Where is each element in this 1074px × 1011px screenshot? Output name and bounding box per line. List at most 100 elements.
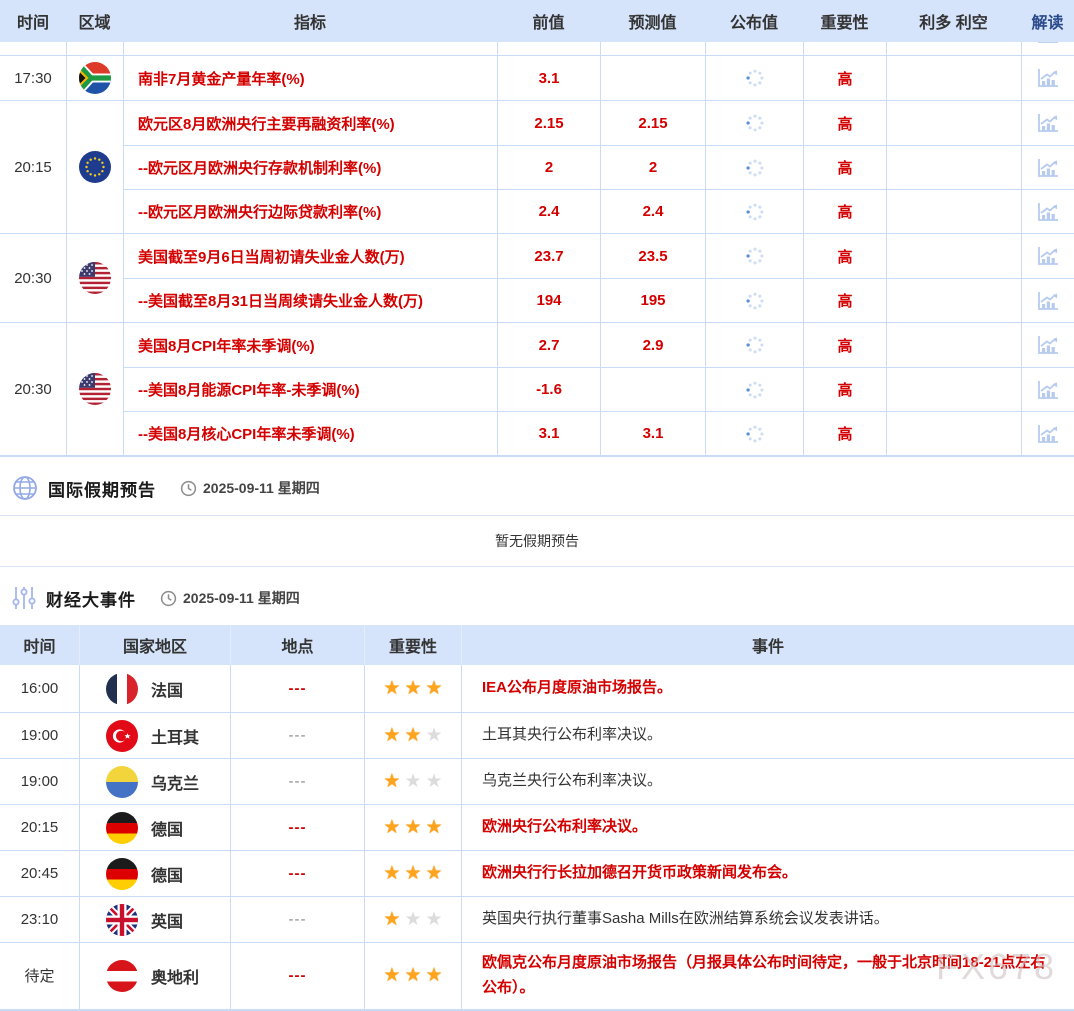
clock-icon <box>180 480 197 497</box>
importance-stars: ★★★ <box>364 713 461 758</box>
interpret-chart-icon[interactable] <box>1036 245 1060 267</box>
interpret-chart-icon[interactable] <box>1036 67 1060 89</box>
bias-cell <box>886 412 1021 455</box>
forecast-value: 23.5 <box>638 248 667 265</box>
loading-spinner-icon <box>744 157 766 179</box>
event-time: 19:00 <box>0 713 79 758</box>
event-description: 欧洲央行公布利率决议。 <box>461 805 1074 850</box>
importance-label: 高 <box>837 42 852 44</box>
indicator-label: 美国截至9月6日当周初请失业金人数(万) <box>123 234 497 278</box>
importance-stars: ★★★ <box>364 943 461 1009</box>
table-row: --美国截至8月31日当周续请失业金人数(万) 194 195 高 <box>123 278 1074 322</box>
event-location: --- <box>230 713 364 758</box>
event-location: --- <box>230 851 364 896</box>
event-location: --- <box>230 665 364 712</box>
importance-stars: ★★★ <box>364 851 461 896</box>
section-date: 2025-09-11 星期四 <box>203 478 320 498</box>
importance-label: 高 <box>837 423 852 444</box>
country-name: 法国 <box>151 677 183 701</box>
indicator-label: 中国8月社会融资规模增量-单月*(亿元) <box>123 42 497 55</box>
event-row: 23:10 英国 --- ★★★ 英国央行执行董事Sasha Mills在欧洲结… <box>0 897 1074 943</box>
bias-cell <box>886 101 1021 145</box>
section-title: 财经大事件 <box>46 586 136 611</box>
flag-germany-icon <box>106 812 138 844</box>
country-name: 德国 <box>151 862 183 886</box>
event-time: 20:15 <box>0 805 79 850</box>
forecast-value: 195 <box>640 292 665 309</box>
event-time: 16:00 <box>0 665 79 712</box>
country-name: 乌克兰 <box>151 770 199 794</box>
previous-value: 194 <box>536 292 561 309</box>
importance-label: 高 <box>837 113 852 134</box>
col-header-importance: 重要性 <box>364 625 461 665</box>
country-name: 土耳其 <box>151 724 199 748</box>
col-header-forecast: 预测值 <box>600 0 705 42</box>
interpret-chart-icon[interactable] <box>1036 201 1060 223</box>
flag-south-africa-icon <box>79 62 111 94</box>
event-time: 20:45 <box>0 851 79 896</box>
col-header-event: 事件 <box>461 625 1074 665</box>
country-name: 奥地利 <box>151 964 199 988</box>
table-row: --美国8月核心CPI年率未季调(%) 3.1 3.1 高 <box>123 411 1074 455</box>
col-header-indicator: 指标 <box>123 0 497 42</box>
col-header-actual: 公布值 <box>705 0 803 42</box>
importance-stars: ★★★ <box>364 805 461 850</box>
event-time: 待定 <box>0 943 79 1009</box>
table-row: 南非7月黄金产量年率(%) 3.1 高 <box>123 56 1074 100</box>
bias-cell <box>886 234 1021 278</box>
event-location: --- <box>230 759 364 804</box>
economic-calendar-table: 时间 区域 指标 前值 预测值 公布值 重要性 利多 利空 解读 中国8月社会融… <box>0 0 1074 457</box>
forecast-value: 2 <box>649 159 657 176</box>
col-header-region: 区域 <box>66 0 123 42</box>
previous-value: -1.6 <box>536 381 562 398</box>
previous-value: 3.1 <box>539 425 560 442</box>
event-description: IEA公布月度原油市场报告。 <box>461 665 1074 712</box>
table-row: 中国8月社会融资规模增量-单月*(亿元) 高 <box>123 42 1074 55</box>
col-header-previous: 前值 <box>497 0 600 42</box>
loading-spinner-icon <box>744 67 766 89</box>
importance-stars: ★★★ <box>364 759 461 804</box>
event-row: 20:45 德国 --- ★★★ 欧洲央行行长拉加德召开货币政策新闻发布会。 <box>0 851 1074 897</box>
col-header-time: 时间 <box>0 625 79 665</box>
importance-label: 高 <box>837 379 852 400</box>
clock-icon <box>160 590 177 607</box>
interpret-chart-icon[interactable] <box>1036 290 1060 312</box>
importance-stars: ★★★ <box>364 897 461 942</box>
big-events-table: 时间 国家地区 地点 重要性 事件 16:00 法国 --- ★★★ IEA公布… <box>0 625 1074 1011</box>
interpret-chart-icon[interactable] <box>1036 112 1060 134</box>
importance-label: 高 <box>837 157 852 178</box>
flag-united-states-icon <box>79 262 111 294</box>
section-title: 国际假期预告 <box>48 476 156 501</box>
calendar-group-clipped: 中国8月社会融资规模增量-单月*(亿元) 高 <box>0 42 1074 56</box>
country-name: 英国 <box>151 908 183 932</box>
indicator-label: --美国8月核心CPI年率未季调(%) <box>123 412 497 455</box>
interpret-chart-icon[interactable] <box>1036 42 1060 45</box>
col-header-country: 国家地区 <box>79 625 230 665</box>
previous-value: 2.15 <box>534 115 563 132</box>
event-row: 20:15 德国 --- ★★★ 欧洲央行公布利率决议。 <box>0 805 1074 851</box>
interpret-chart-icon[interactable] <box>1036 423 1060 445</box>
event-location: --- <box>230 805 364 850</box>
table-row: 美国8月CPI年率未季调(%) 2.7 2.9 高 <box>123 323 1074 367</box>
importance-label: 高 <box>837 201 852 222</box>
loading-spinner-icon <box>744 290 766 312</box>
event-time: 20:30 <box>0 234 66 322</box>
event-time: 20:30 <box>0 323 66 455</box>
holiday-empty-message: 暂无假期预告 <box>0 515 1074 567</box>
interpret-chart-icon[interactable] <box>1036 379 1060 401</box>
section-date: 2025-09-11 星期四 <box>183 588 300 608</box>
bias-cell <box>886 368 1021 411</box>
event-time: 20:15 <box>0 101 66 233</box>
indicator-label: --欧元区月欧洲央行边际贷款利率(%) <box>123 190 497 233</box>
importance-label: 高 <box>837 68 852 89</box>
forecast-value: 2.4 <box>643 203 664 220</box>
flag-european-union-icon <box>79 151 111 183</box>
flag-france-icon <box>106 673 138 705</box>
indicator-label: --美国8月能源CPI年率-未季调(%) <box>123 368 497 411</box>
event-description: 土耳其央行公布利率决议。 <box>461 713 1074 758</box>
event-description: 乌克兰央行公布利率决议。 <box>461 759 1074 804</box>
interpret-chart-icon[interactable] <box>1036 334 1060 356</box>
col-header-importance: 重要性 <box>803 0 886 42</box>
interpret-chart-icon[interactable] <box>1036 157 1060 179</box>
importance-label: 高 <box>837 246 852 267</box>
